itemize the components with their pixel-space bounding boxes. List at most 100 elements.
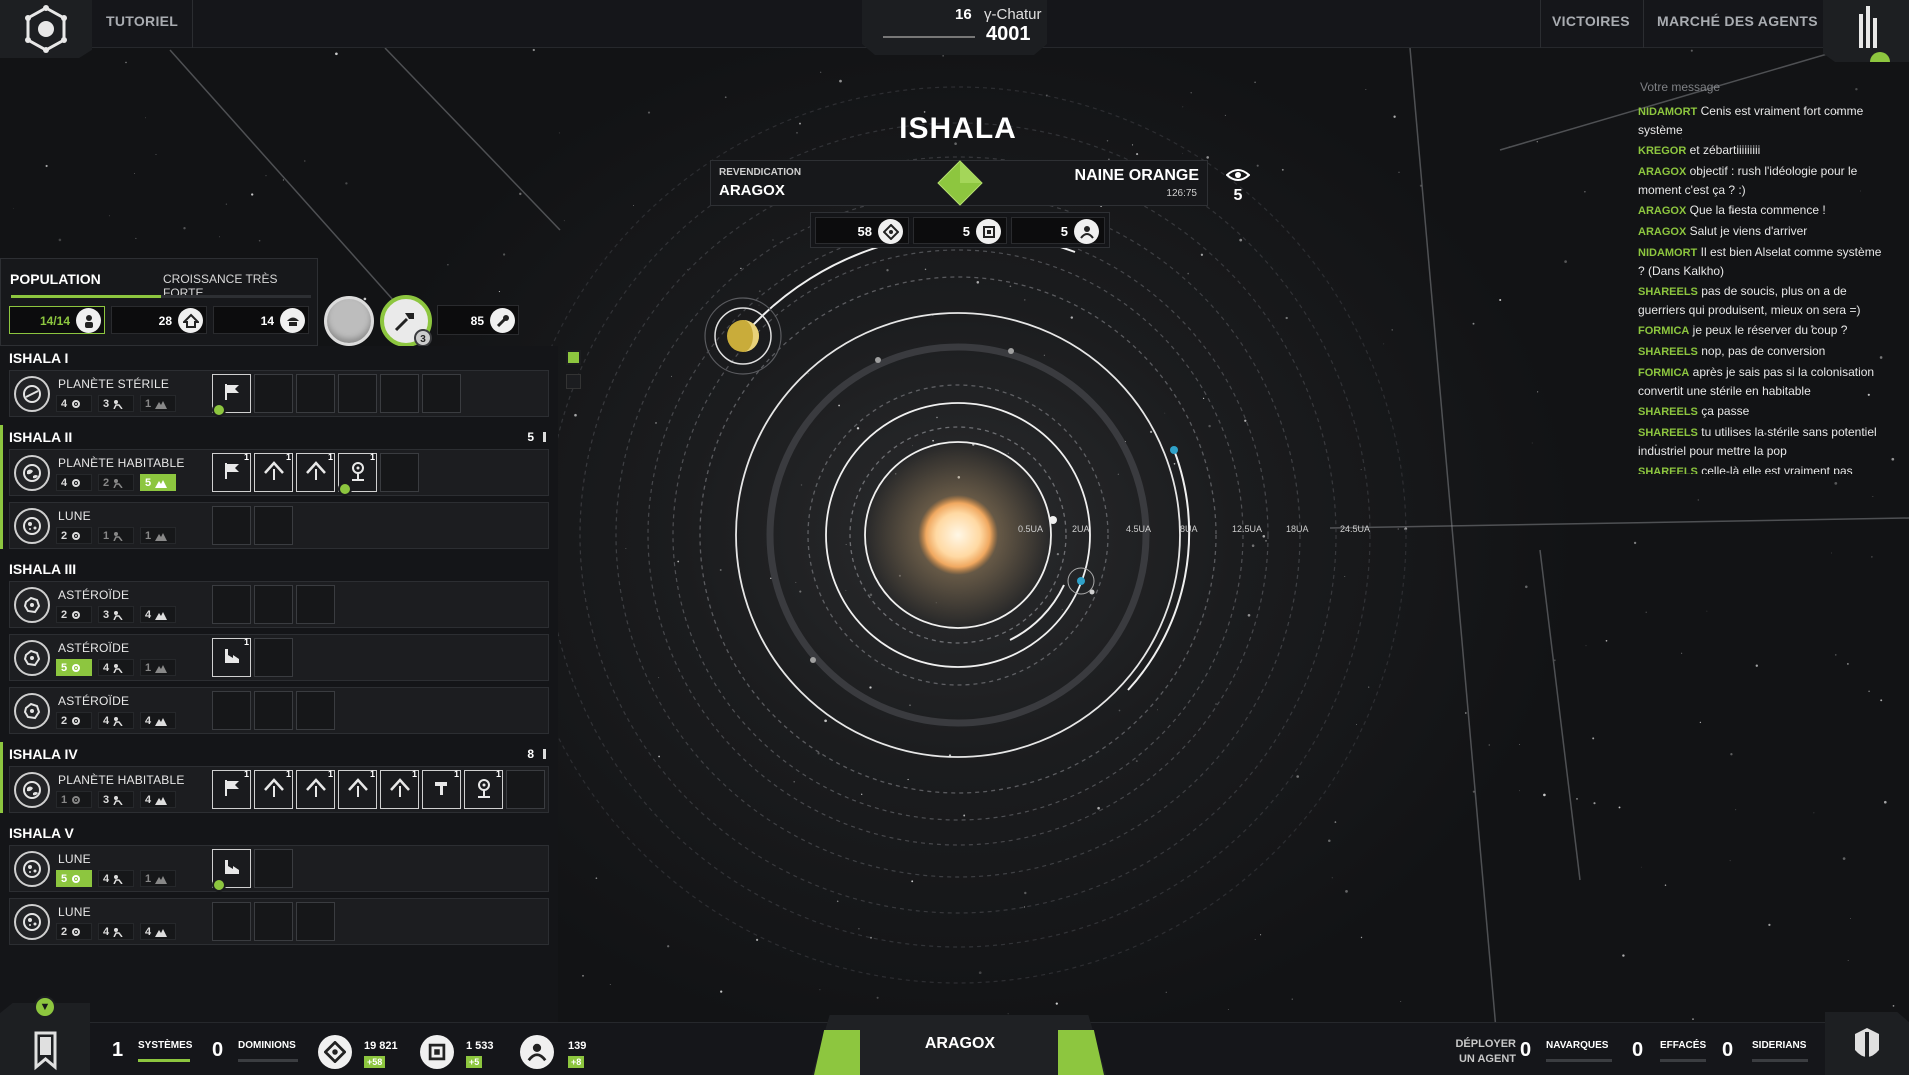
empty-building-slot[interactable]	[212, 585, 251, 624]
map-filter-toggle[interactable]	[566, 350, 581, 365]
planet-row[interactable]: PLANÈTE HABITABLE 4 2 5 1 1 1 1	[9, 449, 549, 496]
navarques-label[interactable]: NAVARQUES	[1546, 1040, 1608, 1051]
build-queue-button[interactable]: 3	[380, 295, 432, 347]
chat-author[interactable]: NIDAMORT	[1638, 247, 1697, 259]
effaces-label[interactable]: EFFACÉS	[1660, 1040, 1706, 1051]
planet-group-header[interactable]: ISHALA IV 8	[0, 742, 558, 766]
agents-market-link[interactable]: MARCHÉ DES AGENTS	[1657, 0, 1818, 48]
scroll-down-button[interactable]: ▼	[34, 996, 56, 1018]
building-slot[interactable]: 1	[296, 452, 335, 492]
planet-row[interactable]: ASTÉROÏDE 5 4 1 1	[9, 634, 549, 681]
building-slot[interactable]: 1	[422, 769, 461, 809]
building-slot[interactable]: 1	[254, 769, 293, 809]
building-slot[interactable]: 1	[338, 769, 377, 809]
planet-marker-3[interactable]	[1077, 577, 1085, 585]
chat-author[interactable]: SHAREELS	[1638, 406, 1698, 418]
building-slots	[212, 691, 335, 730]
player-name[interactable]: ARAGOX	[890, 1035, 1030, 1053]
tutorial-link[interactable]: TUTORIEL	[106, 0, 178, 48]
empty-building-slot[interactable]	[296, 374, 335, 413]
dominions-label[interactable]: DOMINIONS	[238, 1040, 296, 1051]
planet-list[interactable]: ISHALA I PLANÈTE STÉRILE 4 3 1 ISHALA II 5 PLAN…	[0, 346, 558, 1022]
planet-marker-4[interactable]	[1170, 446, 1178, 454]
planet-row[interactable]: ASTÉROÏDE 2 4 4	[9, 687, 549, 734]
chat-author[interactable]: SHAREELS	[1638, 286, 1698, 298]
empty-building-slot[interactable]	[254, 691, 293, 730]
empty-building-slot[interactable]	[254, 506, 293, 545]
planet-row[interactable]: PLANÈTE HABITABLE 1 3 4 1 1 1 1 1 1 1	[9, 766, 549, 813]
chat-author[interactable]: ARAGOX	[1638, 205, 1686, 217]
chat-author[interactable]: FORMICA	[1638, 325, 1689, 337]
planet-row[interactable]: LUNE 5 4 1	[9, 845, 549, 892]
building-slot[interactable]: 1	[380, 769, 419, 809]
building-slot[interactable]: 1	[254, 452, 293, 492]
planet-type: PLANÈTE HABITABLE	[58, 773, 185, 787]
chat-author[interactable]: KREGOR	[1638, 145, 1686, 157]
planet-row[interactable]: LUNE 2 1 1	[9, 502, 549, 549]
planet-marker-1[interactable]	[1049, 516, 1057, 524]
faction-menu-button[interactable]	[1823, 0, 1909, 62]
star-sun[interactable]	[918, 495, 998, 575]
moon-marker[interactable]	[1089, 589, 1095, 595]
empty-building-slot[interactable]	[254, 585, 293, 624]
chat-author[interactable]: ARAGOX	[1638, 166, 1686, 178]
planet-group-header[interactable]: ISHALA I	[0, 346, 558, 370]
empty-building-slot[interactable]	[212, 506, 251, 545]
deploy-agent-button[interactable]: DÉPLOYER UN AGENT	[1422, 1022, 1524, 1075]
asteroid-marker-2[interactable]	[1008, 348, 1014, 354]
empty-building-slot[interactable]	[254, 638, 293, 677]
planet-type: LUNE	[58, 852, 91, 866]
asteroid-marker-1[interactable]	[875, 357, 881, 363]
chat-author[interactable]: ARAGOX	[1638, 226, 1686, 238]
systems-label[interactable]: SYSTÈMES	[138, 1040, 192, 1051]
empty-building-slot[interactable]	[506, 770, 545, 809]
building-slot[interactable]: 1	[464, 769, 503, 809]
building-slot[interactable]: 1	[296, 769, 335, 809]
planet-group-header[interactable]: ISHALA II 5	[0, 425, 558, 449]
building-slot[interactable]: 1	[338, 452, 377, 496]
planet-group-header[interactable]: ISHALA III	[0, 557, 558, 581]
map-filter-toggle[interactable]	[566, 374, 581, 389]
building-slot[interactable]	[212, 849, 251, 892]
siderians-label[interactable]: SIDERIANS	[1752, 1040, 1806, 1051]
chat-author[interactable]: SHAREELS	[1638, 427, 1698, 439]
defense-button[interactable]	[1825, 1012, 1909, 1075]
empty-building-slot[interactable]	[212, 691, 251, 730]
empty-building-slot[interactable]	[296, 585, 335, 624]
building-slot[interactable]: 1	[212, 452, 251, 492]
planet-row[interactable]: PLANÈTE STÉRILE 4 3 1	[9, 370, 549, 417]
info-icon[interactable]	[543, 749, 546, 759]
building-slot[interactable]	[212, 374, 251, 417]
navarques-underline	[1546, 1059, 1612, 1062]
top-separator	[192, 0, 193, 48]
main-menu-button[interactable]	[0, 0, 92, 58]
victories-link[interactable]: VICTOIRES	[1552, 0, 1630, 48]
empty-building-slot[interactable]	[212, 902, 251, 941]
chat-author[interactable]: SHAREELS	[1638, 466, 1698, 474]
stat-value: 3	[103, 397, 110, 410]
empty-building-slot[interactable]	[254, 849, 293, 888]
empty-build-slot[interactable]	[324, 296, 374, 346]
chat-input[interactable]: Votre message	[1640, 78, 1890, 96]
building-slot[interactable]: 1	[212, 769, 251, 809]
empty-building-slot[interactable]	[254, 374, 293, 413]
empty-building-slot[interactable]	[380, 374, 419, 413]
empty-building-slot[interactable]	[422, 374, 461, 413]
empty-building-slot[interactable]	[338, 374, 377, 413]
planet-row[interactable]: LUNE 2 4 4	[9, 898, 549, 945]
planet-group-header[interactable]: ISHALA V	[0, 821, 558, 845]
planet-row[interactable]: ASTÉROÏDE 2 3 4	[9, 581, 549, 628]
chat-author[interactable]: SHAREELS	[1638, 346, 1698, 358]
building-slot[interactable]: 1	[212, 637, 251, 677]
empty-building-slot[interactable]	[296, 902, 335, 941]
asteroid-marker-3[interactable]	[810, 657, 816, 663]
empty-building-slot[interactable]	[380, 453, 419, 492]
chat-author[interactable]: NIDAMORT	[1638, 106, 1697, 118]
habitat-icon	[304, 776, 328, 803]
info-icon[interactable]	[543, 432, 546, 442]
chat-author[interactable]: FORMICA	[1638, 367, 1689, 379]
empty-building-slot[interactable]	[254, 902, 293, 941]
chat-panel[interactable]: Votre message NIDAMORT Cenis est vraimen…	[1638, 78, 1890, 474]
claim-owner[interactable]: ARAGOX	[719, 182, 785, 199]
empty-building-slot[interactable]	[296, 691, 335, 730]
